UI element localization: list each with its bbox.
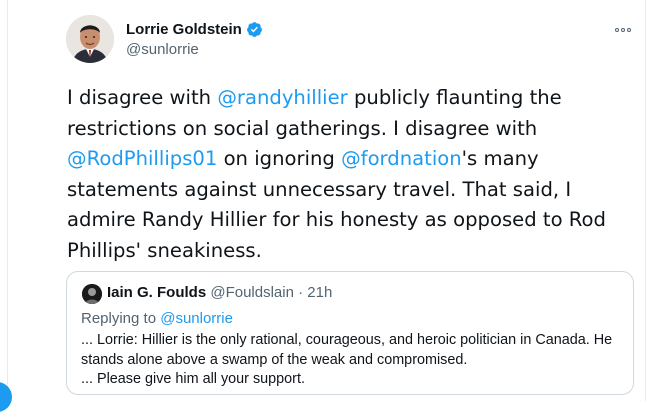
quoted-tweet-line: stands alone above a swamp of the weak a… (81, 351, 468, 368)
tweet-text-segment: I disagree with (67, 86, 218, 109)
quoted-tweet-card[interactable]: Iain G. Foulds @Fouldslain · 21h Replyin… (66, 271, 634, 395)
mention-link[interactable]: @randyhillier (217, 86, 347, 109)
quoted-author-name[interactable]: Iain G. Foulds (107, 284, 206, 301)
quoted-author-avatar[interactable] (82, 284, 102, 304)
verified-badge-icon (246, 22, 262, 37)
author-avatar[interactable] (66, 15, 114, 63)
quoted-author-meta[interactable]: @Fouldslain · 21h (210, 284, 332, 301)
author-handle[interactable]: @sunlorrie (126, 41, 199, 58)
right-column-border (645, 0, 646, 401)
mention-link[interactable]: @RodPhillips01 (67, 147, 217, 170)
mention-link[interactable]: @fordnation (341, 147, 462, 170)
author-name-row: Lorrie Goldstein (126, 21, 263, 38)
tweet-text: I disagree with @randyhillier publicly f… (67, 83, 637, 266)
replying-to-line: Replying to @sunlorrie (81, 310, 233, 327)
tweet-text-segment: on ignoring (217, 147, 342, 170)
replying-to-label: Replying to (81, 310, 161, 327)
quoted-tweet-header: Iain G. Foulds @Fouldslain · 21h (107, 284, 332, 301)
compose-tweet-button[interactable] (0, 382, 12, 412)
quoted-tweet-body: ... Lorrie: Hillier is the only rational… (81, 331, 626, 390)
quoted-tweet-line: ... Please give him all your support. (81, 371, 305, 387)
replying-to-handle[interactable]: @sunlorrie (160, 310, 233, 327)
left-column-border (0, 0, 8, 401)
quoted-tweet-line: ... Lorrie: Hillier is the only rational… (81, 332, 613, 348)
author-display-name[interactable]: Lorrie Goldstein (126, 21, 242, 38)
more-options-icon[interactable] (612, 22, 634, 38)
